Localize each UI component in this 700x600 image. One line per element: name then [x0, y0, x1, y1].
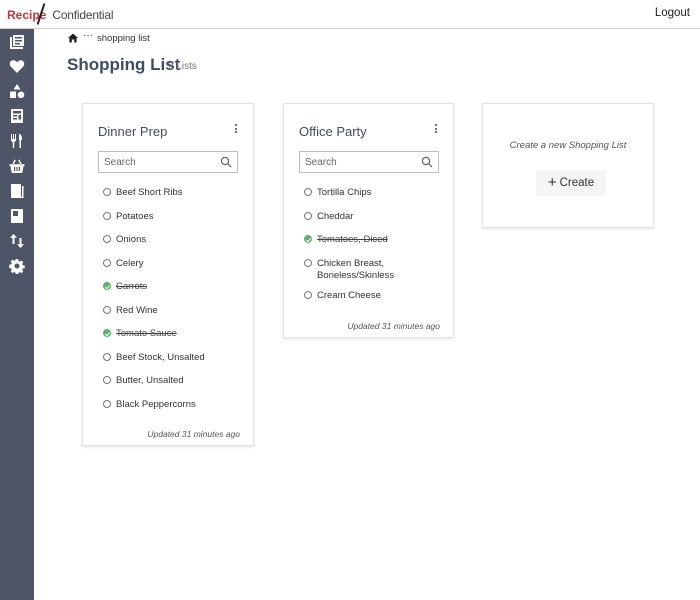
list-menu-icon[interactable] [433, 124, 439, 136]
sidebar [0, 29, 34, 600]
unchecked-circle-icon[interactable] [103, 353, 111, 361]
list-item-label: Carrots [116, 281, 148, 292]
list-item[interactable]: Chicken Breast, Boneless/Skinless [304, 258, 397, 281]
utensils-icon[interactable] [8, 132, 26, 150]
list-item[interactable]: Cheddar [304, 211, 353, 223]
plus-icon: + [547, 174, 557, 191]
app-logo[interactable]: Recipe Confidential [7, 3, 114, 25]
list-item[interactable]: Black Peppercorns [103, 399, 196, 411]
list-item-label: Celery [116, 258, 144, 269]
list-item-label: Tomatoes, Diced [317, 234, 388, 245]
list-item[interactable]: Red Wine [103, 305, 158, 317]
unchecked-circle-icon[interactable] [103, 259, 111, 267]
shopping-list-card: Dinner Prep Beef Short Ribs Potatoes Onion… [82, 103, 254, 446]
unchecked-circle-icon[interactable] [103, 235, 111, 243]
checked-circle-icon[interactable] [103, 282, 111, 290]
list-title[interactable]: Dinner Prep [98, 124, 167, 139]
unchecked-circle-icon[interactable] [103, 212, 111, 220]
list-item-label: Tomato Sauce [116, 328, 177, 339]
list-item-label: Cream Cheese [317, 290, 381, 301]
updated-timestamp: Updated 31 minutes ago [147, 429, 240, 439]
meal-plan-icon[interactable] [8, 107, 26, 125]
list-count: 2 Lists [168, 61, 197, 72]
basket-icon[interactable] [8, 157, 26, 175]
unchecked-circle-icon[interactable] [103, 400, 111, 408]
gear-icon[interactable] [8, 257, 26, 275]
unchecked-circle-icon[interactable] [103, 188, 111, 196]
shapes-icon[interactable] [8, 82, 26, 100]
list-item[interactable]: Cream Cheese [304, 290, 381, 302]
list-item-label: Potatoes [116, 211, 154, 222]
list-item[interactable]: Beef Short Ribs [103, 187, 183, 199]
breadcrumb-ellipsis[interactable]: ··· [83, 31, 93, 41]
book-icon[interactable] [8, 207, 26, 225]
list-item-label: Tortilla Chips [317, 187, 372, 198]
list-item[interactable]: Potatoes [103, 211, 154, 223]
list-item[interactable]: Tomatoes, Diced [304, 234, 388, 246]
list-search [299, 151, 439, 173]
search-icon[interactable] [220, 156, 232, 168]
breadcrumb: ··· shopping list [68, 31, 150, 44]
unchecked-circle-icon[interactable] [304, 291, 312, 299]
list-item-label: Beef Stock, Unsalted [116, 352, 205, 363]
unchecked-circle-icon[interactable] [103, 376, 111, 384]
list-item[interactable]: Beef Stock, Unsalted [103, 352, 205, 364]
new-list-prompt: Create a new Shopping List [509, 140, 627, 151]
search-icon[interactable] [421, 156, 433, 168]
page-title: Shopping List [67, 55, 181, 74]
heart-icon[interactable] [8, 57, 26, 75]
list-item-label: Onions [116, 234, 147, 245]
list-item-label: Beef Short Ribs [116, 187, 183, 198]
list-item-label: Chicken Breast, Boneless/Skinless [317, 258, 395, 281]
list-item[interactable]: Carrots [103, 281, 147, 293]
list-search [98, 151, 238, 173]
list-item[interactable]: Tortilla Chips [304, 187, 371, 199]
create-list-button[interactable]: + Create [536, 170, 606, 196]
home-icon[interactable] [68, 33, 78, 43]
list-item-label: Red Wine [116, 305, 158, 316]
unchecked-circle-icon[interactable] [304, 212, 312, 220]
import-export-icon[interactable] [8, 232, 26, 250]
top-bar: Recipe Confidential Logout [0, 0, 700, 29]
checked-circle-icon[interactable] [103, 329, 111, 337]
unchecked-circle-icon[interactable] [304, 259, 312, 267]
updated-timestamp: Updated 31 minutes ago [347, 321, 440, 331]
list-item[interactable]: Celery [103, 258, 143, 270]
cookbook-icon[interactable] [8, 182, 26, 200]
list-item[interactable]: Tomato Sauce [103, 328, 177, 340]
list-item[interactable]: Butter, Unsalted [103, 375, 184, 387]
list-title[interactable]: Office Party [299, 124, 367, 139]
logout-link[interactable]: Logout [655, 7, 690, 19]
list-item-label: Butter, Unsalted [116, 375, 184, 386]
list-item-label: Black Peppercorns [116, 399, 196, 410]
checked-circle-icon[interactable] [304, 235, 312, 243]
unchecked-circle-icon[interactable] [304, 188, 312, 196]
logo-word-confidential: Confidential [52, 8, 114, 22]
recipes-icon[interactable] [8, 33, 26, 51]
breadcrumb-current: shopping list [97, 32, 150, 44]
list-item-label: Cheddar [317, 211, 354, 222]
shopping-list-card: Office Party Tortilla Chips Cheddar Tomato… [283, 103, 454, 338]
new-list-card: Create a new Shopping List + Create [482, 103, 654, 228]
list-menu-icon[interactable] [233, 124, 239, 136]
unchecked-circle-icon[interactable] [103, 306, 111, 314]
list-item[interactable]: Onions [103, 234, 146, 246]
search-input[interactable] [300, 152, 412, 173]
search-input[interactable] [99, 152, 211, 173]
create-label: Create [559, 177, 595, 189]
